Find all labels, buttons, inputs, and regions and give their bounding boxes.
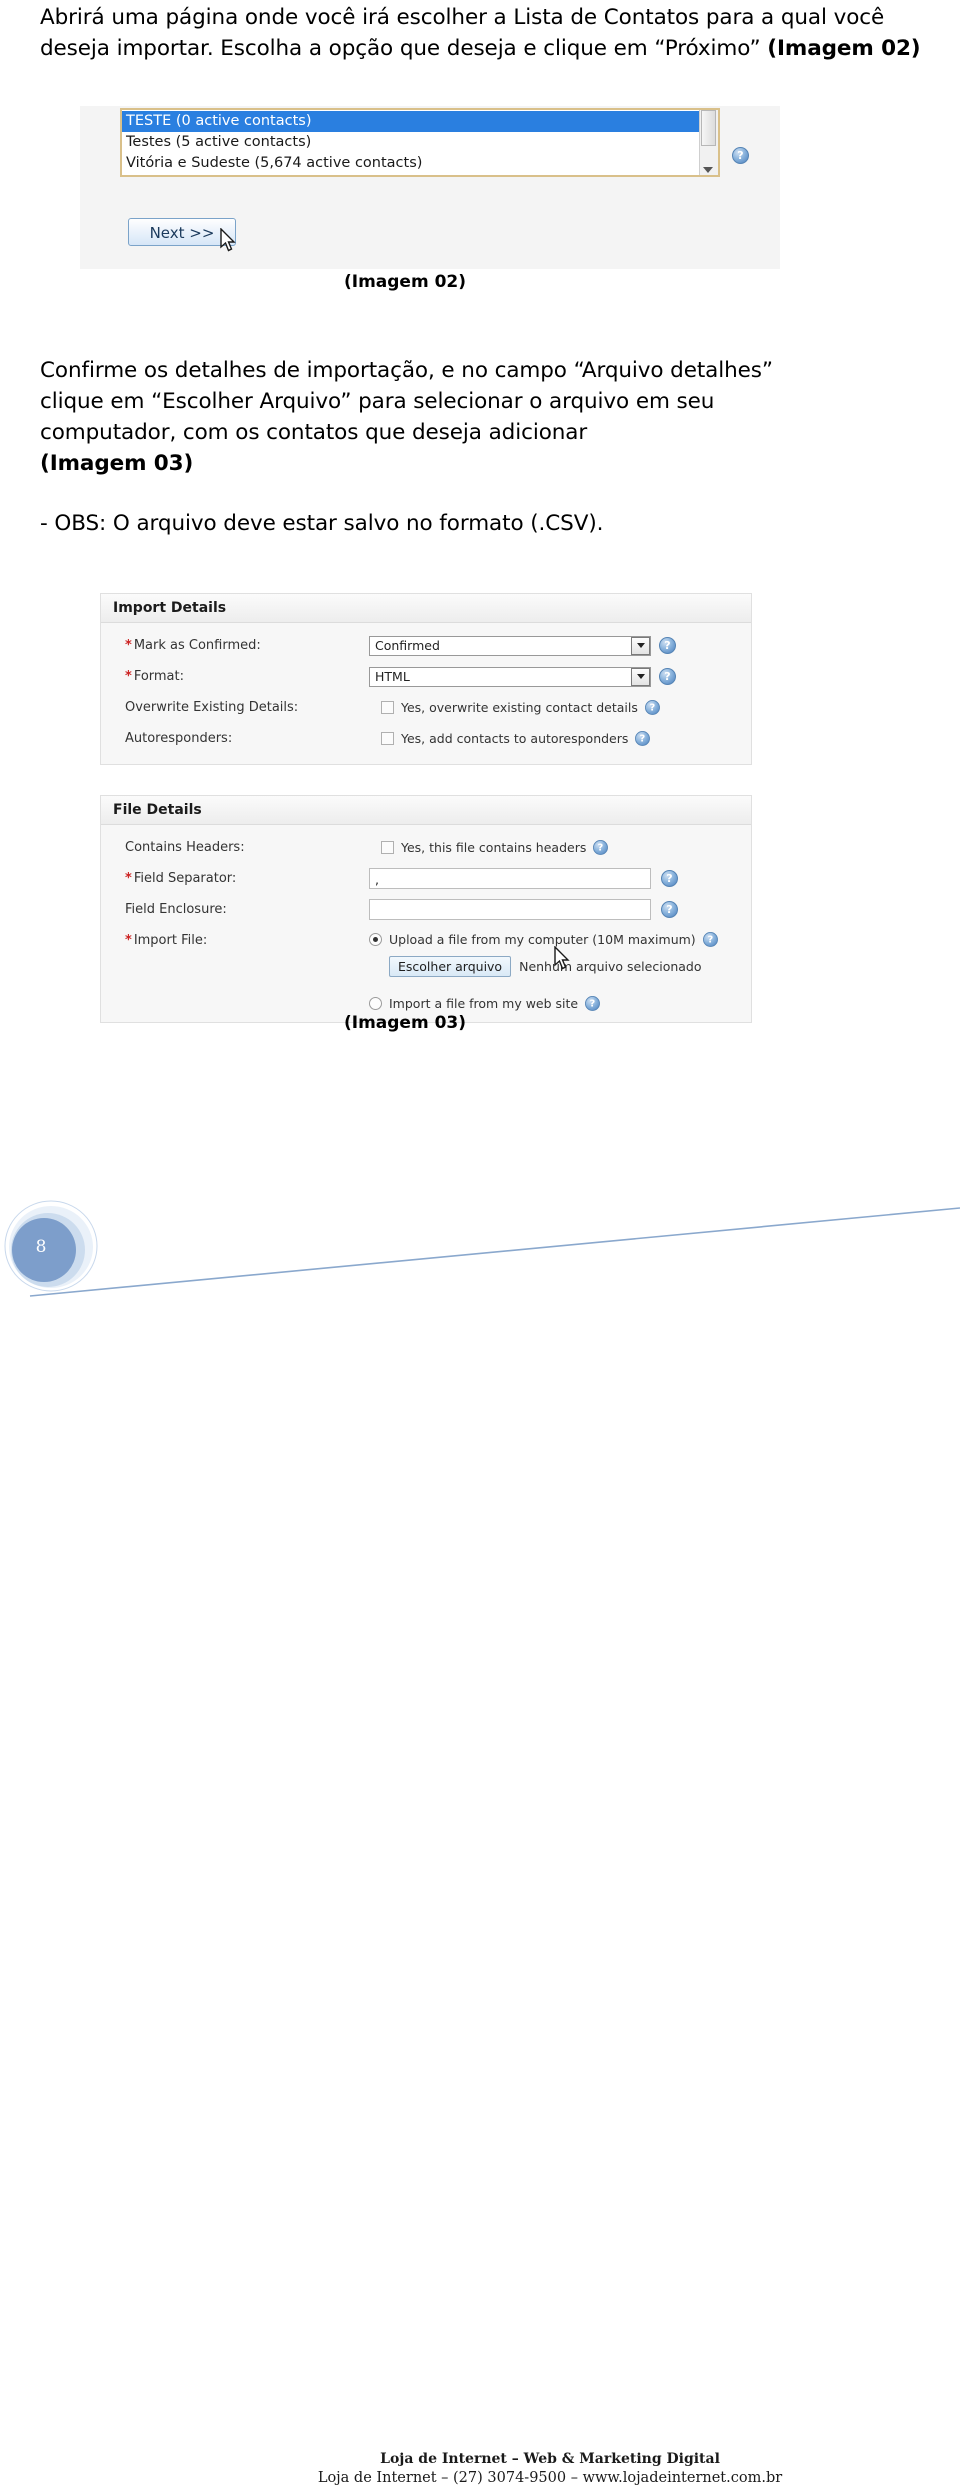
contact-list-listbox[interactable]: TESTE (0 active contacts) Testes (5 acti…: [120, 108, 720, 177]
list-item[interactable]: Vitória e Sudeste (5,674 active contacts…: [122, 153, 699, 174]
intro-paragraph: Abrirá uma página onde você irá escolher…: [40, 2, 930, 64]
file-details-panel: File Details Contains Headers: Yes, this…: [100, 795, 752, 1023]
intro-paragraph-text: Abrirá uma página onde você irá escolher…: [40, 5, 885, 61]
choose-file-button[interactable]: Escolher arquivo: [389, 956, 512, 977]
help-icon[interactable]: ?: [702, 932, 718, 947]
form-row-contains-headers: Contains Headers: Yes, this file contain…: [101, 832, 751, 863]
contact-list-items: TESTE (0 active contacts) Testes (5 acti…: [122, 110, 699, 175]
label-text: Field Separator:: [133, 871, 237, 886]
form-row-autoresponders: Autoresponders: Yes, add contacts to aut…: [101, 723, 751, 754]
list-item[interactable]: Testes (5 active contacts): [122, 132, 699, 153]
form-row-import-file: * Import File: Upload a file from my comp…: [101, 931, 751, 1012]
label-autoresponders: Autoresponders:: [125, 731, 233, 746]
field-contains-headers: Yes, this file contains headers ?: [369, 839, 610, 856]
obs-paragraph: - OBS: O arquivo deve estar salvo no for…: [40, 511, 604, 536]
field-mark-as-confirmed: Confirmed ?: [369, 635, 676, 656]
chevron-down-icon[interactable]: [703, 167, 713, 173]
help-icon[interactable]: ?: [593, 840, 609, 855]
contains-headers-checkbox[interactable]: [381, 841, 394, 854]
import-from-website-radio[interactable]: [369, 997, 382, 1010]
label-import-file: * Import File:: [101, 931, 369, 948]
label-text: Format:: [133, 669, 185, 684]
page-footer: 8 Loja de Internet – Web & Marketing Dig…: [0, 1190, 960, 2486]
format-select[interactable]: HTML: [369, 666, 651, 687]
field-field-enclosure: ?: [369, 899, 678, 920]
screenshot-imagem-03: Import Details * Mark as Confirmed: Confi…: [100, 593, 752, 1023]
overwrite-existing-checkbox[interactable]: [381, 701, 394, 714]
next-button[interactable]: Next >>: [128, 218, 236, 246]
list-item[interactable]: TESTE (0 active contacts): [122, 111, 699, 132]
screenshot-imagem-02: TESTE (0 active contacts) Testes (5 acti…: [80, 106, 780, 269]
help-icon[interactable]: ?: [659, 668, 676, 685]
help-icon[interactable]: ?: [635, 731, 651, 746]
required-asterisk: *: [125, 871, 132, 886]
required-asterisk: *: [125, 933, 132, 948]
file-chooser-row: Escolher arquivo Nenhum arquivo selecion…: [389, 956, 720, 977]
field-format: HTML ?: [369, 666, 676, 687]
page-number: 8: [35, 1237, 47, 1257]
caption-imagem-03: (Imagem 03): [343, 1013, 467, 1033]
field-enclosure-input[interactable]: [369, 899, 651, 920]
confirm-paragraph: Confirme os detalhes de importação, e no…: [40, 355, 830, 479]
import-file-options: Upload a file from my computer (10M maxi…: [369, 931, 720, 1012]
footer-company-line: Loja de Internet – Web & Marketing Digit…: [380, 2451, 720, 2467]
field-autoresponders: Yes, add contacts to autoresponders ?: [369, 730, 652, 747]
import-details-body: * Mark as Confirmed: Confirmed ? * Format:…: [101, 623, 751, 764]
confirm-paragraph-reference: (Imagem 03): [40, 451, 194, 476]
footer-swoosh-decoration: [29, 1207, 960, 1297]
page-number-badge: 8: [4, 1200, 108, 1294]
listbox-scrollbar[interactable]: [699, 110, 718, 175]
chevron-down-icon[interactable]: [631, 636, 650, 655]
chevron-down-icon[interactable]: [631, 667, 650, 686]
help-icon[interactable]: ?: [585, 996, 601, 1011]
format-value: HTML: [375, 668, 410, 684]
mark-as-confirmed-select[interactable]: Confirmed: [369, 635, 651, 656]
import-file-option-upload[interactable]: Upload a file from my computer (10M maxi…: [369, 931, 720, 948]
required-asterisk: *: [125, 669, 132, 684]
file-details-title: File Details: [101, 796, 751, 825]
import-from-website-label: Import a file from my web site: [389, 996, 579, 1011]
confirm-paragraph-text: Confirme os detalhes de importação, e no…: [40, 358, 773, 445]
help-icon[interactable]: ?: [644, 700, 660, 715]
help-icon[interactable]: ?: [661, 901, 678, 918]
form-row-field-separator: * Field Separator: , ?: [101, 863, 751, 894]
import-file-option-website[interactable]: Import a file from my web site ?: [369, 995, 720, 1012]
autoresponders-checkbox[interactable]: [381, 732, 394, 745]
label-contains-headers: Contains Headers:: [125, 840, 245, 855]
contains-headers-label: Yes, this file contains headers: [401, 840, 587, 855]
file-details-body: Contains Headers: Yes, this file contain…: [101, 825, 751, 1022]
form-row-format: * Format: HTML ?: [101, 661, 751, 692]
help-icon[interactable]: ?: [661, 870, 678, 887]
label-text: Import File:: [133, 933, 208, 948]
caption-imagem-02: (Imagem 02): [343, 272, 467, 292]
label-text: Mark as Confirmed:: [133, 638, 261, 653]
intro-paragraph-reference: (Imagem 02): [767, 36, 921, 61]
label-mark-as-confirmed: * Mark as Confirmed:: [101, 638, 369, 653]
upload-from-computer-radio[interactable]: [369, 933, 382, 946]
field-separator-input[interactable]: ,: [369, 868, 651, 889]
field-overwrite-existing: Yes, overwrite existing contact details …: [369, 699, 662, 716]
required-asterisk: *: [125, 638, 132, 653]
scrollbar-thumb[interactable]: [701, 110, 716, 146]
mark-as-confirmed-value: Confirmed: [375, 637, 440, 653]
help-icon[interactable]: ?: [732, 147, 749, 164]
label-format: * Format:: [101, 669, 369, 684]
label-field-separator: * Field Separator:: [101, 871, 369, 886]
label-overwrite-existing: Overwrite Existing Details:: [125, 700, 299, 715]
import-details-panel: Import Details * Mark as Confirmed: Confi…: [100, 593, 752, 765]
overwrite-existing-label: Yes, overwrite existing contact details: [401, 700, 638, 715]
upload-from-computer-label: Upload a file from my computer (10M maxi…: [389, 932, 696, 947]
autoresponders-label: Yes, add contacts to autoresponders: [401, 731, 629, 746]
label-field-enclosure: Field Enclosure:: [125, 902, 227, 917]
form-row-mark-as-confirmed: * Mark as Confirmed: Confirmed ?: [101, 630, 751, 661]
form-row-field-enclosure: Field Enclosure: ?: [101, 894, 751, 925]
footer-contact-line: Loja de Internet – (27) 3074-9500 – www.…: [317, 2470, 783, 2486]
import-details-title: Import Details: [101, 594, 751, 623]
form-row-overwrite-existing: Overwrite Existing Details: Yes, overwri…: [101, 692, 751, 723]
file-status-label: Nenhum arquivo selecionado: [519, 959, 702, 974]
help-icon[interactable]: ?: [659, 637, 676, 654]
field-field-separator: , ?: [369, 868, 678, 889]
